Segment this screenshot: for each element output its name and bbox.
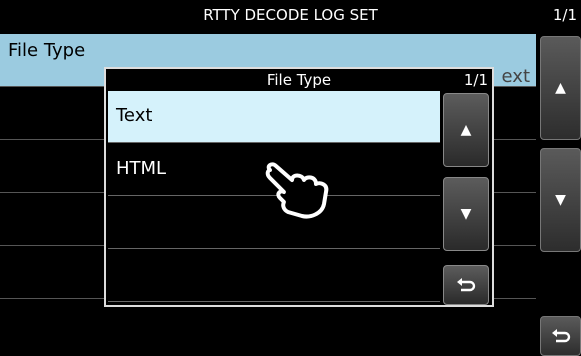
empty-option <box>108 250 440 302</box>
up-triangle-icon: ▲ <box>555 80 566 96</box>
page-indicator: 1/1 <box>552 6 577 24</box>
screen-title: RTTY DECODE LOG SET <box>203 6 378 24</box>
back-button[interactable] <box>540 316 581 356</box>
down-triangle-icon: ▼ <box>460 206 472 222</box>
scroll-up-button[interactable]: ▲ <box>540 36 581 140</box>
scroll-down-button[interactable]: ▼ <box>540 148 581 252</box>
return-icon <box>551 329 570 343</box>
tap-hand-icon <box>265 162 329 219</box>
dialog-page-indicator: 1/1 <box>463 71 488 89</box>
down-triangle-icon: ▼ <box>555 192 566 208</box>
return-icon <box>457 278 476 292</box>
dialog-up-button[interactable]: ▲ <box>443 93 489 167</box>
option-label: HTML <box>116 158 167 179</box>
screen: RTTY DECODE LOG SET 1/1 File Type ext ▲ … <box>0 0 581 356</box>
title-bar: RTTY DECODE LOG SET 1/1 <box>0 0 581 32</box>
dialog-title: File Type <box>106 69 492 91</box>
option-label: Text <box>116 105 153 126</box>
option-text[interactable]: Text <box>108 91 440 143</box>
dialog-back-button[interactable] <box>443 265 489 305</box>
up-triangle-icon: ▲ <box>460 122 472 138</box>
dialog-down-button[interactable]: ▼ <box>443 177 489 251</box>
row-label: File Type <box>8 40 86 61</box>
row-value: ext <box>501 66 530 87</box>
